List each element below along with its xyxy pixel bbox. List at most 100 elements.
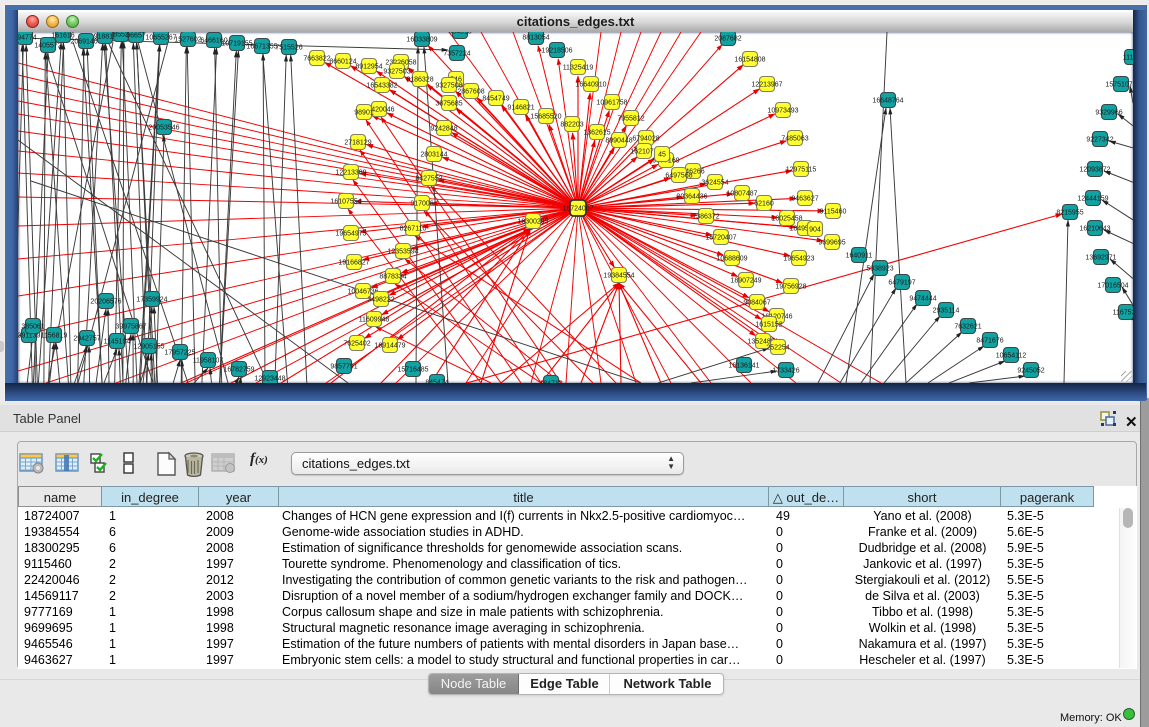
svg-text:16154808: 16154808 — [734, 57, 765, 64]
svg-text:15751074: 15751074 — [1105, 82, 1133, 89]
svg-text:18907249: 18907249 — [730, 278, 761, 285]
svg-text:12975115: 12975115 — [786, 167, 817, 174]
svg-text:9699695: 9699695 — [818, 240, 845, 247]
svg-text:11325419: 11325419 — [563, 65, 594, 72]
svg-text:9245052: 9245052 — [1017, 368, 1044, 375]
svg-text:9327503: 9327503 — [383, 69, 410, 76]
svg-text:1156819: 1156819 — [41, 333, 68, 340]
svg-text:8454749: 8454749 — [482, 96, 509, 103]
svg-text:2718129: 2718129 — [344, 140, 371, 147]
svg-text:17957225: 17957225 — [164, 350, 195, 357]
svg-text:884515: 884515 — [448, 32, 471, 36]
svg-text:994774: 994774 — [18, 35, 37, 42]
svg-text:2803144: 2803144 — [420, 152, 447, 159]
svg-text:12353594: 12353594 — [387, 249, 418, 256]
svg-text:5938923: 5938923 — [866, 266, 893, 273]
svg-text:2087682: 2087682 — [714, 36, 741, 43]
svg-text:6794028: 6794028 — [632, 136, 659, 143]
svg-text:7955812: 7955812 — [617, 116, 644, 123]
svg-text:16210643: 16210643 — [1079, 226, 1110, 233]
svg-text:8215955: 8215955 — [1056, 210, 1083, 217]
svg-text:9463627: 9463627 — [791, 196, 818, 203]
svg-text:6479197: 6479197 — [888, 280, 915, 287]
svg-text:11126: 11126 — [1123, 55, 1133, 62]
svg-text:62160: 62160 — [754, 201, 774, 208]
svg-text:6497568: 6497568 — [665, 173, 692, 180]
svg-text:9329966: 9329966 — [1095, 110, 1122, 117]
svg-text:15685520: 15685520 — [530, 114, 561, 121]
svg-text:12213967: 12213967 — [751, 82, 782, 89]
svg-text:184712: 184712 — [539, 381, 562, 384]
svg-text:1145194: 1145194 — [104, 339, 131, 346]
svg-text:7663822: 7663822 — [303, 56, 330, 63]
svg-text:7357224: 7357224 — [443, 51, 470, 58]
svg-text:3624554: 3624554 — [701, 180, 728, 187]
svg-text:9474444: 9474444 — [909, 296, 936, 303]
svg-text:3498222: 3498222 — [367, 297, 394, 304]
svg-text:8813054: 8813054 — [522, 35, 549, 42]
svg-text:16671355: 16671355 — [246, 44, 277, 51]
svg-text:12923448: 12923448 — [254, 376, 285, 383]
svg-text:8471676: 8471676 — [976, 338, 1003, 345]
svg-text:11609948: 11609948 — [359, 317, 390, 324]
svg-text:12444159: 12444159 — [1077, 196, 1108, 203]
svg-text:1167539: 1167539 — [1113, 310, 1133, 317]
svg-text:19756928: 19756928 — [775, 284, 806, 291]
svg-text:19654923: 19654923 — [783, 256, 814, 263]
svg-text:1621072: 1621072 — [630, 149, 657, 156]
svg-text:8912954: 8912954 — [355, 64, 382, 71]
svg-text:252254: 252254 — [766, 345, 789, 352]
svg-text:882203: 882203 — [560, 122, 583, 129]
svg-text:8186328: 8186328 — [406, 77, 433, 84]
svg-text:385061: 385061 — [21, 324, 44, 331]
svg-text:10688609: 10688609 — [716, 256, 747, 263]
svg-text:10655267: 10655267 — [145, 35, 176, 42]
svg-text:15716485: 15716485 — [397, 367, 428, 374]
svg-text:8267110: 8267110 — [400, 226, 427, 233]
svg-text:16782759: 16782759 — [223, 367, 254, 374]
svg-text:10961758: 10961758 — [596, 100, 627, 107]
svg-text:19384554: 19384554 — [603, 273, 634, 280]
svg-text:98901: 98901 — [354, 110, 374, 117]
svg-text:8660124: 8660124 — [329, 59, 356, 66]
svg-text:20206576: 20206576 — [90, 299, 121, 306]
svg-text:7515526: 7515526 — [275, 45, 302, 52]
svg-text:12093872: 12093872 — [1079, 167, 1110, 174]
svg-text:20053546: 20053546 — [148, 125, 179, 132]
svg-text:19654975: 19654975 — [335, 231, 366, 238]
svg-text:8427552: 8427552 — [415, 176, 442, 183]
svg-text:9857791: 9857791 — [330, 364, 357, 371]
svg-text:8990448: 8990448 — [605, 138, 632, 145]
svg-text:10654112: 10654112 — [996, 353, 1027, 360]
svg-text:1405572: 1405572 — [34, 43, 61, 50]
svg-text:12213389: 12213389 — [335, 170, 366, 177]
svg-text:18300295: 18300295 — [517, 219, 548, 226]
svg-text:11958107: 11958107 — [193, 358, 224, 365]
svg-text:845474: 845474 — [425, 380, 448, 384]
svg-text:16648764: 16648764 — [872, 98, 903, 105]
svg-text:9115460: 9115460 — [820, 209, 847, 216]
svg-text:45: 45 — [658, 152, 666, 159]
svg-text:9146821: 9146821 — [507, 105, 534, 112]
svg-text:3875685: 3875685 — [435, 101, 462, 108]
svg-text:19218506: 19218506 — [541, 48, 572, 55]
svg-text:16640910: 16640910 — [575, 82, 606, 89]
svg-text:17359924: 17359924 — [136, 297, 167, 304]
svg-text:20364436: 20364436 — [676, 194, 707, 201]
svg-text:7485063: 7485063 — [781, 136, 808, 143]
svg-text:7386372: 7386372 — [692, 214, 719, 221]
svg-text:917006: 917006 — [410, 201, 433, 208]
svg-text:1640911: 1640911 — [846, 253, 873, 260]
svg-text:2942757: 2942757 — [73, 336, 100, 343]
svg-text:9084067: 9084067 — [743, 300, 770, 307]
svg-text:1733426: 1733426 — [772, 368, 799, 375]
svg-text:9227342: 9227342 — [1086, 137, 1113, 144]
svg-text:1615152: 1615152 — [755, 322, 782, 329]
svg-text:904: 904 — [809, 227, 821, 234]
svg-text:39975867: 39975867 — [115, 324, 146, 331]
svg-text:9242848: 9242848 — [430, 126, 457, 133]
svg-text:16107554: 16107554 — [330, 199, 361, 206]
svg-text:8878334: 8878334 — [379, 274, 406, 281]
svg-text:7625402: 7625402 — [343, 341, 370, 348]
svg-text:18724007: 18724007 — [562, 206, 593, 213]
